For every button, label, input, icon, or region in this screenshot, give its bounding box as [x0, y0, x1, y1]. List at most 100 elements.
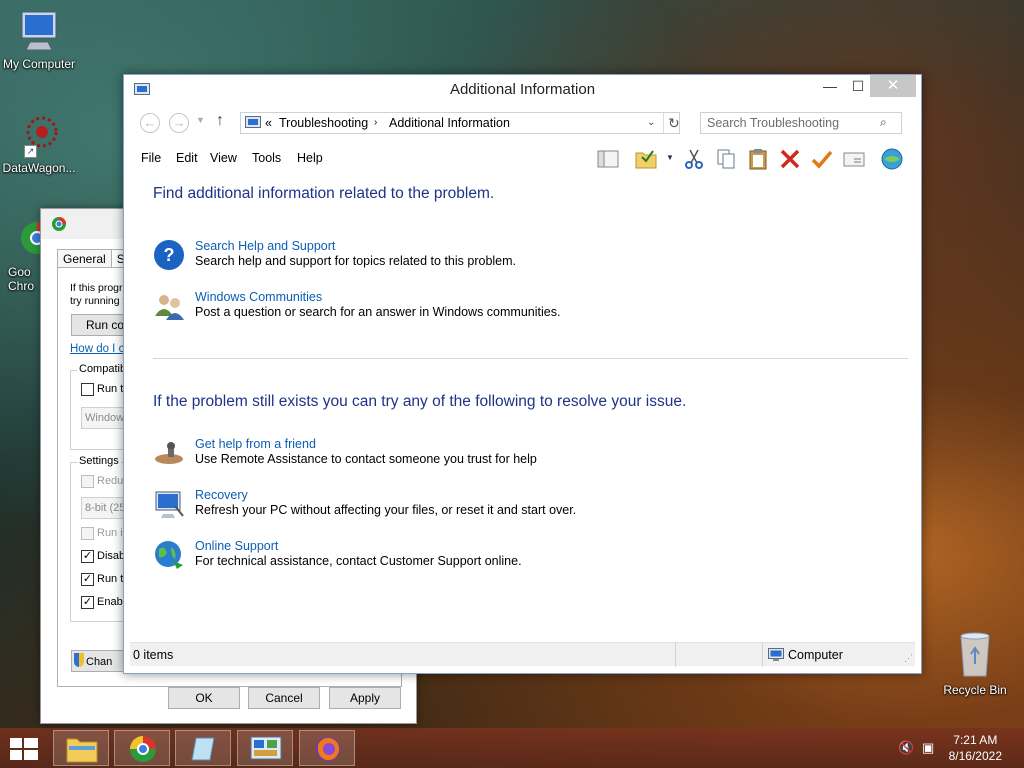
- network-icon[interactable]: ▣: [922, 740, 934, 756]
- menu-file[interactable]: File: [141, 151, 161, 165]
- recovery-icon: [155, 491, 184, 518]
- change-settings-label: Chan: [86, 656, 113, 668]
- windows-communities-link[interactable]: Windows Communities: [195, 290, 322, 304]
- layout-pane-icon[interactable]: [596, 147, 620, 171]
- apply-button[interactable]: Apply: [329, 687, 401, 709]
- folder-icon: [66, 738, 98, 763]
- refresh-icon[interactable]: ↻: [663, 113, 680, 133]
- run-compat-checkbox[interactable]: [81, 383, 94, 396]
- online-support-description: For technical assistance, contact Custom…: [195, 554, 522, 568]
- reduced-color-checkbox: [81, 475, 94, 488]
- delete-icon[interactable]: [778, 147, 802, 171]
- intro-text: If this progr: [70, 282, 123, 294]
- window-title: Additional Information: [449, 81, 596, 98]
- firefox-icon: [316, 737, 340, 761]
- compatibility-group-label: Compatib: [77, 363, 129, 375]
- heading-still-exists: If the problem still exists you can try …: [153, 393, 687, 410]
- minimize-button[interactable]: —: [816, 75, 844, 97]
- help-link[interactable]: How do I cl: [70, 343, 127, 355]
- status-divider: [675, 643, 676, 667]
- additional-information-window[interactable]: Additional Information — ☐ ✕ ← → ▼ ↑ « T…: [123, 74, 922, 674]
- menu-tools[interactable]: Tools: [252, 151, 281, 165]
- close-button[interactable]: ✕: [870, 75, 916, 97]
- zone-label: Computer: [788, 648, 843, 662]
- chrome-icon: [52, 217, 66, 231]
- taskbar-firefox[interactable]: [299, 730, 355, 766]
- clock-date: 8/16/2022: [948, 749, 1002, 763]
- clock[interactable]: 7:21 AM 8/16/2022: [949, 732, 1002, 764]
- folder-options-icon[interactable]: [634, 147, 658, 171]
- taskbar-file-explorer[interactable]: [53, 730, 109, 766]
- volume-muted-icon[interactable]: 🔇: [898, 740, 914, 756]
- clock-time: 7:21 AM: [953, 733, 998, 747]
- search-help-description: Search help and support for topics relat…: [195, 254, 517, 268]
- online-support-link[interactable]: Online Support: [195, 539, 278, 553]
- tab-general[interactable]: General: [57, 249, 112, 267]
- menu-help[interactable]: Help: [297, 151, 323, 165]
- forward-button[interactable]: →: [169, 113, 189, 133]
- svg-text:?: ?: [164, 245, 175, 265]
- recent-locations-icon[interactable]: ▼: [196, 115, 205, 125]
- shortcut-arrow-icon: ↗: [24, 145, 37, 158]
- desktop-icon-recycle-bin[interactable]: Recycle Bin: [933, 630, 1017, 697]
- ok-button[interactable]: OK: [168, 687, 240, 709]
- enable-checkbox[interactable]: ✓: [81, 596, 94, 609]
- taskbar-chrome[interactable]: [114, 730, 170, 766]
- menu-edit[interactable]: Edit: [176, 151, 198, 165]
- window-titlebar[interactable]: Additional Information — ☐ ✕: [124, 75, 921, 105]
- paste-icon[interactable]: [746, 147, 770, 171]
- recovery-link[interactable]: Recovery: [195, 488, 248, 502]
- recycle-bin-icon: [960, 632, 990, 677]
- users-icon: [155, 295, 184, 320]
- shield-icon: [74, 653, 84, 667]
- windows-communities-description: Post a question or search for an answer …: [195, 305, 561, 319]
- cut-icon[interactable]: [682, 147, 706, 171]
- start-button[interactable]: [10, 738, 38, 760]
- get-help-friend-description: Use Remote Assistance to contact someone…: [195, 452, 537, 466]
- enable-label: Enabl: [97, 596, 126, 608]
- taskbar-control-panel[interactable]: [237, 730, 293, 766]
- help-globe-icon[interactable]: [880, 147, 904, 171]
- up-button[interactable]: ↑: [216, 112, 224, 130]
- search-help-link[interactable]: Search Help and Support: [195, 239, 335, 253]
- back-button[interactable]: ←: [140, 113, 160, 133]
- get-help-friend-link[interactable]: Get help from a friend: [195, 437, 316, 451]
- status-bar: 0 items Computer ⋰: [130, 642, 915, 667]
- taskbar: 🔇 ▣ 7:21 AM 8/16/2022: [0, 728, 1024, 768]
- address-row: ← → ▼ ↑ « Troubleshooting › Additional I…: [132, 111, 913, 137]
- run-admin-checkbox[interactable]: ✓: [81, 573, 94, 586]
- menu-bar: File Edit View Tools Help ▼: [124, 145, 921, 173]
- address-bar[interactable]: « Troubleshooting › Additional Informati…: [240, 112, 680, 134]
- maximize-button[interactable]: ☐: [844, 75, 872, 97]
- desktop-icon-datawagon[interactable]: ↗ DataWagon...: [0, 112, 81, 175]
- search-input[interactable]: Search Troubleshooting: [700, 112, 902, 134]
- section-divider: [153, 358, 908, 359]
- folder-options-dropdown-icon[interactable]: ▼: [666, 153, 674, 162]
- properties-icon[interactable]: [842, 147, 866, 171]
- run-resolution-checkbox: [81, 527, 94, 540]
- disable-scaling-checkbox[interactable]: ✓: [81, 550, 94, 563]
- menu-view[interactable]: View: [210, 151, 237, 165]
- check-icon[interactable]: [810, 147, 834, 171]
- desktop-icon-label: Recycle Bin: [943, 683, 1007, 697]
- desktop-icon-label: DataWagon...: [2, 161, 76, 175]
- intro-text: try running t: [70, 295, 126, 307]
- breadcrumb-troubleshooting[interactable]: Troubleshooting: [279, 113, 368, 133]
- breadcrumb-additional-information[interactable]: Additional Information: [389, 113, 510, 133]
- desktop-icon-my-computer[interactable]: My Computer: [0, 8, 81, 71]
- copy-icon[interactable]: [714, 147, 738, 171]
- address-overflow[interactable]: «: [265, 113, 272, 133]
- heading-find-info: Find additional information related to t…: [153, 185, 495, 202]
- chrome-icon: [130, 736, 156, 762]
- control-panel-icon: [245, 116, 261, 128]
- status-divider: [762, 643, 763, 667]
- address-dropdown-icon[interactable]: ⌄: [647, 113, 655, 133]
- desktop-icon-label: My Computer: [2, 57, 76, 71]
- notepad-icon: [191, 737, 215, 761]
- remote-assistance-icon: [155, 442, 183, 464]
- taskbar-notes-app[interactable]: [175, 730, 231, 766]
- recovery-description: Refresh your PC without affecting your f…: [195, 503, 577, 517]
- search-icon[interactable]: ⌕: [880, 115, 887, 130]
- cancel-button[interactable]: Cancel: [248, 687, 320, 709]
- resize-grip-icon[interactable]: ⋰: [904, 653, 913, 664]
